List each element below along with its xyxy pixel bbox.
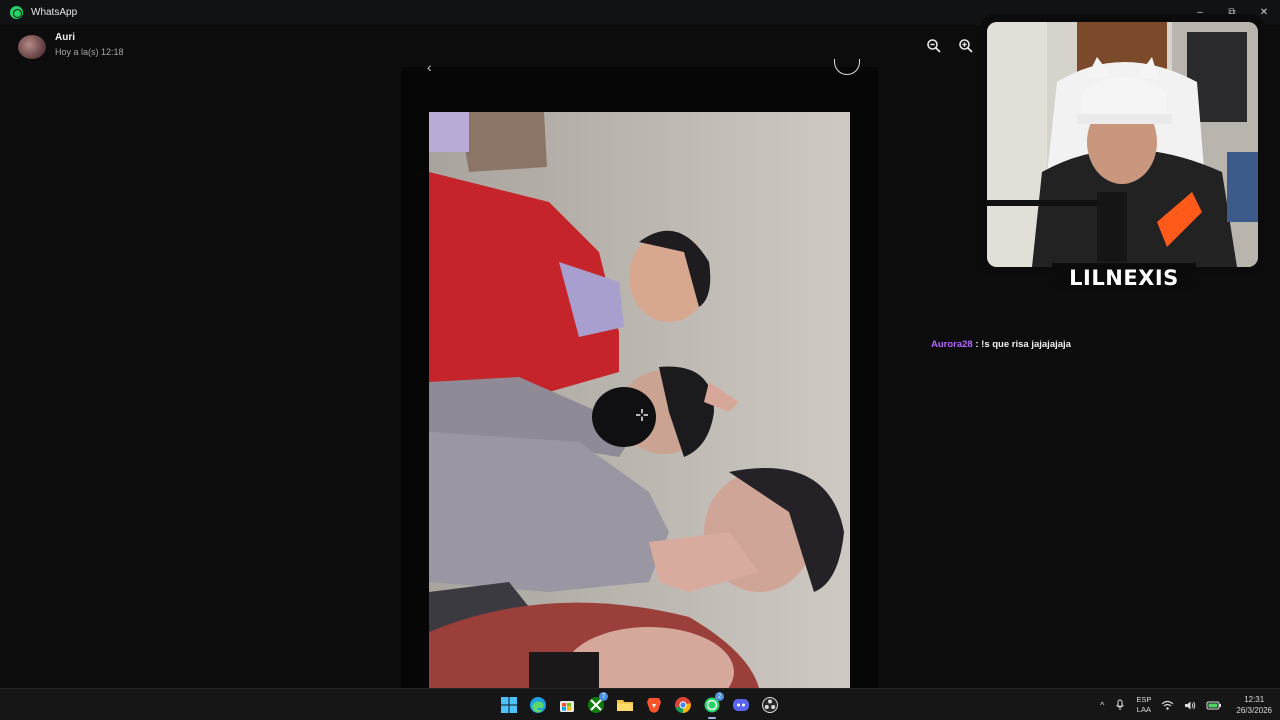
contact-name[interactable]: Auri — [55, 32, 75, 43]
obs-icon[interactable] — [758, 693, 782, 717]
clock[interactable]: 12:31 26/3/2026 — [1236, 694, 1272, 716]
store-icon[interactable] — [555, 693, 579, 717]
shared-photo[interactable] — [429, 112, 850, 688]
whatsapp-badge: 2 — [715, 692, 724, 701]
lang-top: ESP — [1136, 695, 1152, 704]
back-arrow-icon[interactable]: ‹ — [427, 59, 432, 75]
streamer-nameplate: LILNEXIS — [1052, 263, 1196, 293]
system-tray: ^ ESP LAA 12:31 26/3/2026 — [1090, 689, 1272, 720]
viewer-action-button[interactable] — [834, 59, 860, 75]
last-seen: Hoy a la(s) 12:18 — [55, 47, 124, 57]
taskbar: 7 2 ^ ESP LAA 12:31 26/3/2026 — [0, 688, 1280, 720]
zoom-out-icon[interactable] — [926, 38, 942, 54]
tray-overflow-chevron[interactable]: ^ — [1100, 700, 1104, 710]
streamer-name: LILNEXIS — [1069, 266, 1179, 290]
microphone-icon[interactable] — [1114, 699, 1126, 711]
lang-bottom: LAA — [1136, 705, 1151, 714]
webcam-feed — [987, 22, 1258, 267]
whatsapp-icon — [10, 6, 23, 19]
input-language[interactable]: ESP LAA — [1136, 695, 1151, 715]
windows-icon[interactable] — [497, 693, 521, 717]
chrome-icon[interactable] — [671, 693, 695, 717]
clock-time: 12:31 — [1244, 695, 1265, 704]
folder-icon[interactable] — [613, 693, 637, 717]
whatsapp-icon[interactable]: 2 — [700, 692, 724, 719]
app-title: WhatsApp — [31, 7, 78, 18]
stream-chat-message: Aurora28 : !s que risa jajajajaja — [931, 339, 1071, 350]
move-cursor-icon — [636, 409, 648, 421]
battery-icon[interactable] — [1206, 700, 1222, 710]
chat-message-text: !s que risa jajajajaja — [981, 339, 1071, 350]
edge-icon[interactable] — [526, 693, 550, 717]
zoom-in-icon[interactable] — [958, 38, 974, 54]
discord-icon[interactable] — [729, 693, 753, 717]
xbox-icon[interactable]: 7 — [584, 692, 608, 717]
clock-date: 26/3/2026 — [1236, 706, 1272, 715]
chat-username: Aurora28 — [931, 339, 973, 350]
wifi-icon[interactable] — [1161, 700, 1174, 711]
chat-separator: : — [972, 339, 982, 350]
taskbar-apps: 7 2 — [497, 692, 782, 719]
contact-avatar[interactable] — [18, 35, 46, 59]
xbox-badge: 7 — [599, 692, 608, 701]
media-viewer: ‹ — [401, 59, 878, 688]
volume-icon[interactable] — [1184, 700, 1196, 711]
brave-icon[interactable] — [642, 693, 666, 717]
